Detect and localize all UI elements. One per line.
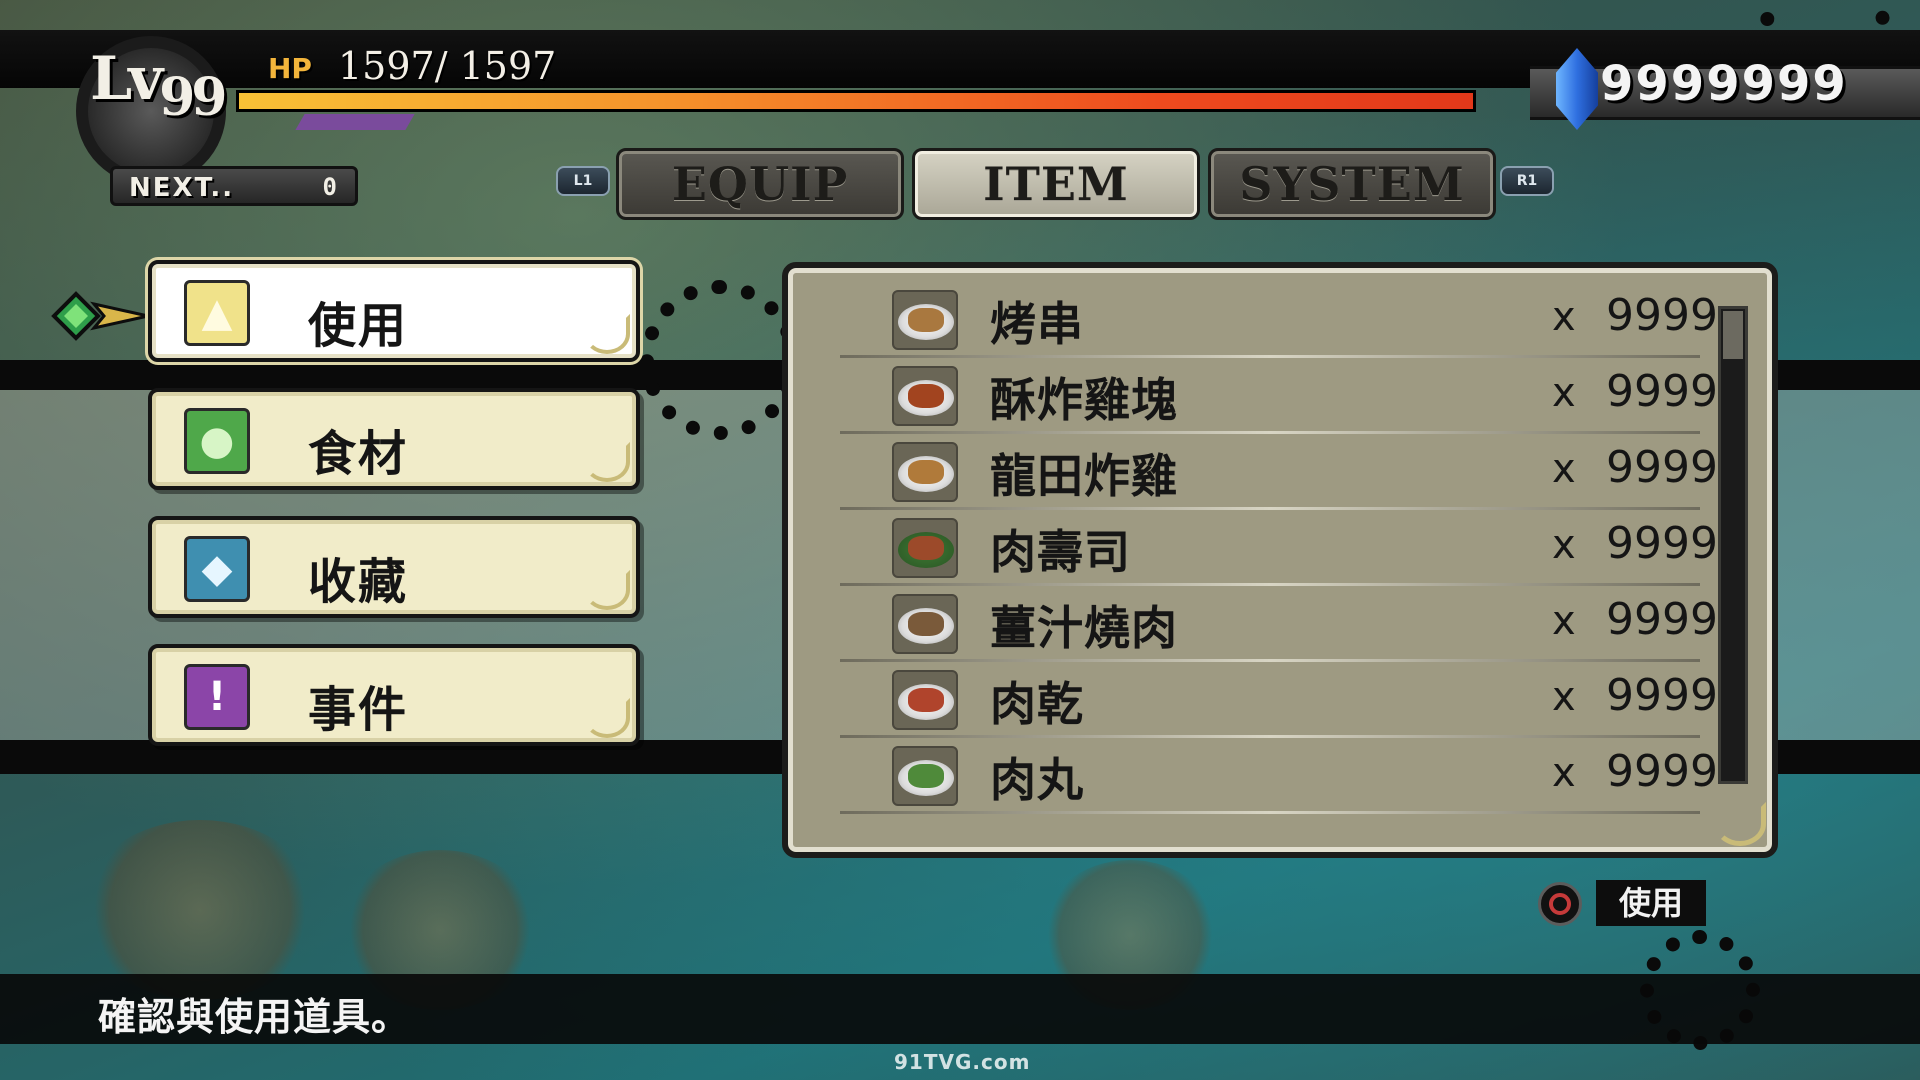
hp-value: 1597/ 1597 — [338, 44, 557, 88]
potion-icon: ▲ — [184, 280, 250, 346]
item-multiplier: x — [1552, 750, 1576, 796]
item-scrollbar[interactable] — [1718, 306, 1748, 784]
level-display: Lv99 — [90, 44, 227, 128]
item-name: 肉乾 — [990, 677, 1084, 731]
item-quantity: 9999 — [1606, 442, 1718, 493]
exclamation-icon: ! — [184, 664, 250, 730]
watermark: 91TVG.com — [894, 1050, 1031, 1074]
item-name: 烤串 — [990, 297, 1084, 351]
item-name: 酥炸雞塊 — [990, 373, 1178, 427]
item-multiplier: x — [1552, 370, 1576, 416]
item-multiplier: x — [1552, 522, 1576, 568]
item-row[interactable]: 肉丸 x 9999 — [840, 738, 1718, 814]
tab-system[interactable]: SYSTEM — [1208, 148, 1496, 220]
row-divider — [840, 811, 1700, 814]
tab-item[interactable]: ITEM — [912, 148, 1200, 220]
hp-bar-accent — [295, 114, 415, 130]
category-label: 收藏 — [308, 554, 409, 610]
help-bar: 確認與使用道具。 — [0, 974, 1920, 1044]
ginger-pork-icon — [892, 594, 958, 654]
use-prompt-label: 使用 — [1596, 880, 1706, 926]
corner-flourish — [584, 442, 630, 482]
item-name: 肉壽司 — [990, 525, 1131, 579]
item-row[interactable]: 酥炸雞塊 x 9999 — [840, 358, 1718, 434]
tab-equip[interactable]: EQUIP — [616, 148, 904, 220]
apple-icon: ● — [184, 408, 250, 474]
category-label: 事件 — [308, 682, 409, 738]
item-row[interactable]: 烤串 x 9999 — [840, 282, 1718, 358]
next-value: 0 — [322, 173, 337, 201]
gear-icon — [640, 280, 800, 440]
item-quantity: 9999 — [1606, 746, 1718, 797]
hp-label: HP — [268, 52, 312, 85]
background-stool — [80, 820, 320, 1000]
skewer-icon — [892, 290, 958, 350]
item-name: 龍田炸雞 — [990, 449, 1178, 503]
item-row[interactable]: 薑汁燒肉 x 9999 — [840, 586, 1718, 662]
category-label: 使用 — [308, 298, 409, 354]
meatball-icon — [892, 746, 958, 806]
item-quantity: 9999 — [1606, 594, 1718, 645]
category-collection[interactable]: ◆ 收藏 — [148, 516, 640, 618]
item-quantity: 9999 — [1606, 366, 1718, 417]
tatsuta-chicken-icon — [892, 442, 958, 502]
l1-shoulder-button[interactable]: L1 — [556, 166, 610, 196]
level-badge: Lv99 — [70, 36, 240, 186]
use-prompt[interactable]: 使用 — [1538, 880, 1728, 928]
hp-bar-fill — [239, 93, 1473, 109]
item-multiplier: x — [1552, 598, 1576, 644]
corner-flourish — [584, 698, 630, 738]
item-name: 薑汁燒肉 — [990, 601, 1178, 655]
item-quantity: 9999 — [1606, 670, 1718, 721]
item-multiplier: x — [1552, 294, 1576, 340]
item-multiplier: x — [1552, 446, 1576, 492]
fried-chicken-icon — [892, 366, 958, 426]
item-row[interactable]: 肉乾 x 9999 — [840, 662, 1718, 738]
r1-shoulder-button[interactable]: R1 — [1500, 166, 1554, 196]
meat-sushi-icon — [892, 518, 958, 578]
item-row[interactable]: 龍田炸雞 x 9999 — [840, 434, 1718, 510]
item-list-panel: 烤串 x 9999 酥炸雞塊 x 9999 龍田炸雞 x 9999 肉壽司 x … — [782, 262, 1778, 858]
corner-flourish — [584, 570, 630, 610]
category-label: 食材 — [308, 426, 409, 482]
corner-flourish — [584, 314, 630, 354]
help-text: 確認與使用道具。 — [98, 995, 411, 1039]
category-event[interactable]: ! 事件 — [148, 644, 640, 746]
jerky-icon — [892, 670, 958, 730]
category-ingredients[interactable]: ● 食材 — [148, 388, 640, 490]
next-exp-box: NEXT.. 0 — [110, 166, 358, 206]
hp-bar — [236, 90, 1476, 112]
category-use[interactable]: ▲ 使用 — [148, 260, 640, 362]
item-row[interactable]: 肉壽司 x 9999 — [840, 510, 1718, 586]
selection-cursor-icon — [51, 291, 149, 341]
next-label: NEXT.. — [129, 173, 235, 203]
item-quantity: 9999 — [1606, 290, 1718, 341]
corner-flourish — [1714, 802, 1766, 846]
gem-icon: ◆ — [184, 536, 250, 602]
item-name: 肉丸 — [990, 753, 1084, 807]
level-prefix: Lv — [90, 44, 163, 114]
circle-button-icon — [1538, 882, 1582, 926]
item-quantity: 9999 — [1606, 518, 1718, 569]
scrollbar-thumb[interactable] — [1723, 311, 1743, 359]
item-multiplier: x — [1552, 674, 1576, 720]
level-value: 99 — [159, 67, 227, 128]
currency-value: 9999999 — [1600, 56, 1848, 112]
